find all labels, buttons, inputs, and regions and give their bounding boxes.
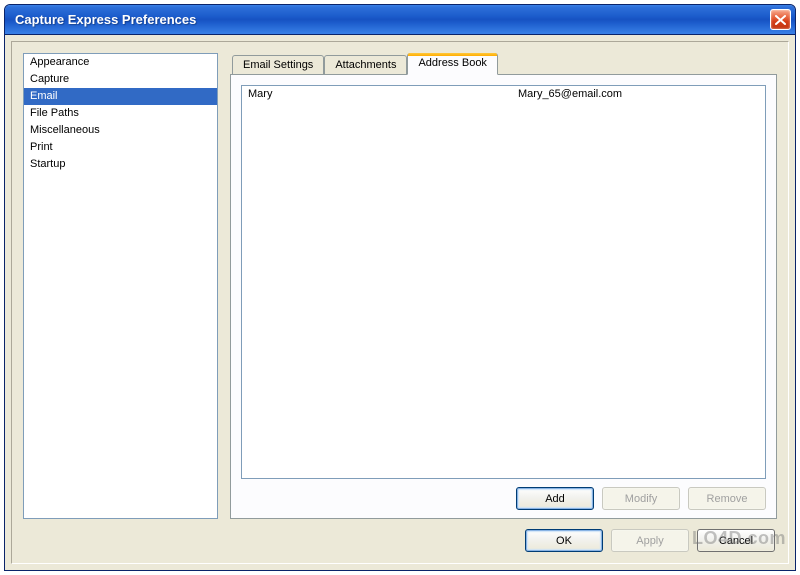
ok-button[interactable]: OK [525,529,603,552]
tab-label: Email Settings [243,59,313,71]
dialog-window: Capture Express Preferences Appearance C… [4,4,796,571]
sidebar-item-file-paths[interactable]: File Paths [24,105,217,122]
sidebar-item-label: Print [30,141,53,153]
sidebar-item-label: Startup [30,158,65,170]
address-book-list[interactable]: Mary Mary_65@email.com [241,85,766,479]
sidebar-item-label: Miscellaneous [30,124,100,136]
add-button[interactable]: Add [516,487,594,510]
sidebar-item-miscellaneous[interactable]: Miscellaneous [24,122,217,139]
address-book-buttons: Add Modify Remove [241,479,766,510]
sidebar-item-label: File Paths [30,107,79,119]
tab-area: Email Settings Attachments Address Book … [230,53,777,519]
close-button[interactable] [770,9,791,30]
sidebar-item-startup[interactable]: Startup [24,156,217,173]
list-item[interactable]: Mary Mary_65@email.com [242,86,765,103]
tab-attachments[interactable]: Attachments [324,55,407,74]
sidebar-item-email[interactable]: Email [24,88,217,105]
sidebar-item-print[interactable]: Print [24,139,217,156]
tabs-row: Email Settings Attachments Address Book [230,53,777,74]
titlebar[interactable]: Capture Express Preferences [5,5,795,35]
sidebar-item-appearance[interactable]: Appearance [24,54,217,71]
panel-frame: Appearance Capture Email File Paths Misc… [11,41,789,564]
contact-name: Mary [248,88,518,101]
close-icon [775,15,786,25]
sidebar-item-capture[interactable]: Capture [24,71,217,88]
tab-address-book[interactable]: Address Book [407,53,497,75]
titlebar-title: Capture Express Preferences [15,12,770,27]
category-list[interactable]: Appearance Capture Email File Paths Misc… [23,53,218,519]
sidebar-item-label: Appearance [30,56,89,68]
apply-button[interactable]: Apply [611,529,689,552]
sidebar-item-label: Email [30,90,58,102]
tab-label: Attachments [335,59,396,71]
content-area: Appearance Capture Email File Paths Misc… [5,35,795,570]
tab-email-settings[interactable]: Email Settings [232,55,324,74]
contact-email: Mary_65@email.com [518,88,759,101]
tab-label: Address Book [418,57,486,69]
dialog-footer: OK Apply Cancel [23,519,777,552]
remove-button[interactable]: Remove [688,487,766,510]
cancel-button[interactable]: Cancel [697,529,775,552]
tab-panel-address-book: Mary Mary_65@email.com Add Modify Remove [230,74,777,519]
modify-button[interactable]: Modify [602,487,680,510]
main-area: Appearance Capture Email File Paths Misc… [23,53,777,519]
sidebar-item-label: Capture [30,73,69,85]
